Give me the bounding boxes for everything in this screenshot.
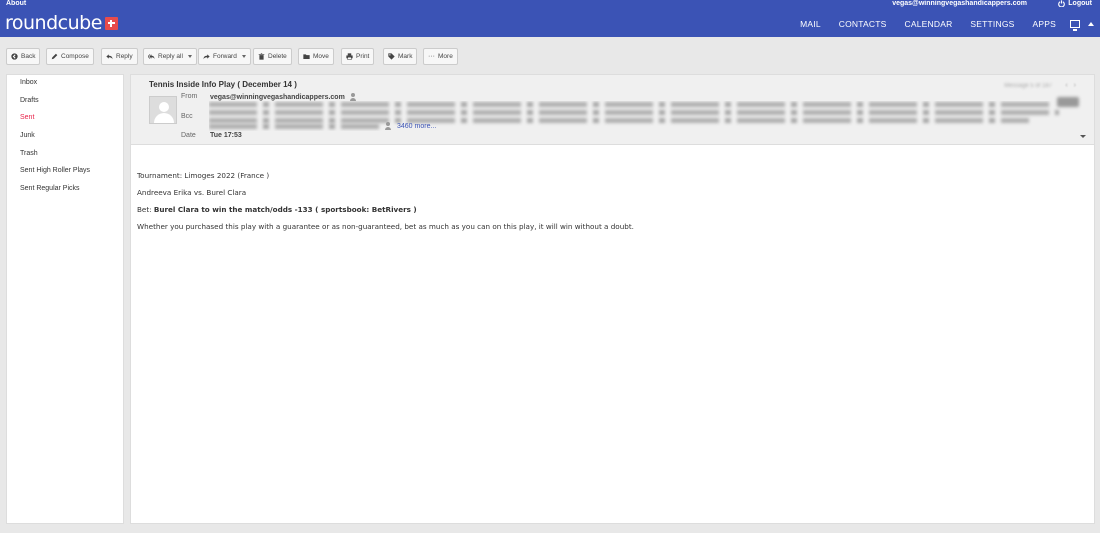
chevron-down-icon[interactable] [1080,135,1086,138]
body-tournament: Tournament: Limoges 2022 (France ) [137,171,270,180]
roundcube-logo[interactable]: roundcube [5,12,118,34]
mark-label: Mark [398,53,413,60]
more-label: More [438,53,453,60]
bet-label: Bet: [137,205,152,214]
body-bet-line: Bet: Burel Clara to win the match/odds -… [137,205,417,214]
reply-all-icon [148,54,155,60]
printer-icon [346,53,353,60]
folder-junk[interactable]: Junk [20,132,35,139]
body-note: Whether you purchased this play with a g… [137,222,634,231]
mark-button[interactable]: Mark [383,48,418,65]
nav-apps[interactable]: APPS [1033,19,1056,29]
message-subject: Tennis Inside Info Play ( December 14 ) [149,80,297,89]
nav-settings[interactable]: SETTINGS [970,19,1014,29]
monitor-icon[interactable] [1070,20,1080,31]
message-count-blurred: Message 5 of 187 [1004,83,1052,89]
blurred-line [209,102,1049,107]
add-contact-icon[interactable] [385,122,393,130]
folder-trash[interactable]: Trash [20,150,38,157]
date-value: Tue 17:53 [210,132,242,139]
about-link[interactable]: About [6,0,26,7]
avatar [149,96,177,124]
folder-sent-regular-picks[interactable]: Sent Regular Picks [20,185,80,192]
date-label: Date [181,132,196,139]
folder-inbox[interactable]: Inbox [20,79,37,86]
avatar-body [154,113,174,123]
from-address[interactable]: vegas@winningvegashandicappers.com [210,93,358,101]
blurred-line [209,110,1059,115]
back-button[interactable]: Back [6,48,41,65]
nav-mail[interactable]: MAIL [800,19,821,29]
tag-icon [388,53,395,60]
blurred-line [209,124,379,129]
reply-label: Reply [116,53,133,60]
power-icon [1058,0,1066,7]
logo-text: roundcube [5,12,102,34]
more-recipients-label: 3460 more... [397,122,437,130]
forward-button[interactable]: Forward [198,48,251,65]
bcc-recipients-blurred [209,101,1069,131]
reply-icon [106,54,113,60]
compose-label: Compose [61,53,89,60]
move-button[interactable]: Move [298,48,334,65]
logout-button[interactable]: Logout [1058,0,1092,7]
from-label: From [181,93,198,100]
folder-sent[interactable]: Sent [20,114,34,121]
body-match: Andreeva Erika vs. Burel Clara [137,188,247,197]
pencil-icon [51,53,58,60]
logout-label: Logout [1068,0,1092,7]
more-button[interactable]: ··· More [423,48,458,65]
add-contact-icon[interactable] [349,93,358,101]
forward-icon [203,54,210,60]
message-view: Tennis Inside Info Play ( December 14 ) … [130,74,1095,524]
reply-all-button[interactable]: Reply all [143,48,197,65]
delete-button[interactable]: Delete [253,48,292,65]
back-icon [11,53,18,60]
main-nav: MAIL CONTACTS CALENDAR SETTINGS APPS [782,17,1100,31]
delete-label: Delete [268,53,287,60]
compose-button[interactable]: Compose [46,48,94,65]
message-toolbar: Back Compose Reply Reply all Forward Del… [0,37,1100,73]
header-toggle-blurred[interactable] [1057,97,1079,107]
more-recipients-link[interactable]: 3460 more... [385,122,436,130]
folder-list: Inbox Drafts Sent Junk Trash Sent High R… [6,74,124,524]
trash-icon [258,53,265,60]
logo-plus-icon [104,16,118,30]
from-address-text: vegas@winningvegashandicappers.com [210,93,345,101]
folder-sent-high-roller-plays[interactable]: Sent High Roller Plays [20,167,90,174]
caret-up-icon[interactable] [1088,22,1094,26]
message-nav-arrows[interactable]: ‹› [1065,82,1082,89]
forward-label: Forward [213,53,237,60]
bet-value: Burel Clara to win the match/odds -133 (… [153,205,417,214]
chevron-down-icon[interactable] [187,55,192,58]
bcc-label: Bcc [181,113,193,120]
back-label: Back [21,53,36,60]
reply-button[interactable]: Reply [101,48,138,65]
folder-icon [303,54,310,59]
reply-all-label: Reply all [158,53,183,60]
move-label: Move [313,53,329,60]
folder-drafts[interactable]: Drafts [20,97,39,104]
print-label: Print [356,53,370,60]
top-bar: About vegas@winningvegashandicappers.com… [0,0,1100,37]
ellipsis-icon: ··· [428,53,435,60]
nav-contacts[interactable]: CONTACTS [839,19,887,29]
user-email: vegas@winningvegashandicappers.com [892,0,1027,7]
avatar-head [159,102,169,112]
message-header: Tennis Inside Info Play ( December 14 ) … [131,75,1094,145]
nav-calendar[interactable]: CALENDAR [905,19,953,29]
blurred-line [209,118,1029,123]
chevron-down-icon[interactable] [241,55,246,58]
print-button[interactable]: Print [341,48,375,65]
